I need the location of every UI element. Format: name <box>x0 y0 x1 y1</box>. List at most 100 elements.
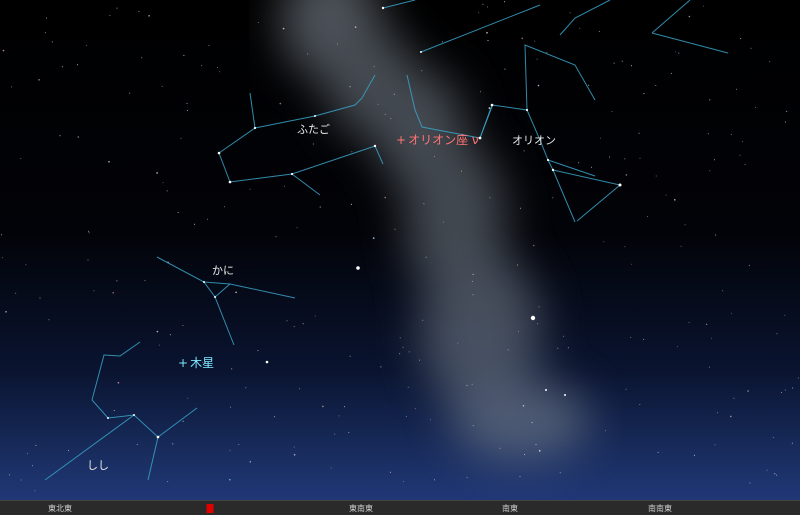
background-star <box>714 444 716 446</box>
background-star <box>1 257 3 259</box>
background-star <box>684 224 686 226</box>
background-star <box>730 312 732 314</box>
bright-stars <box>107 6 622 439</box>
background-star <box>314 315 316 317</box>
background-star <box>112 292 114 294</box>
background-star <box>518 331 519 332</box>
background-star <box>162 182 164 184</box>
sky-view[interactable]: ふたご オリオン かに しし + オリオン座 ν + 木星 東北東 東 東南東 南東… <box>0 0 800 515</box>
object-label-orion-nu[interactable]: + オリオン座 ν <box>396 134 479 146</box>
background-star <box>791 442 793 444</box>
background-star <box>786 110 788 112</box>
background-star <box>780 391 782 393</box>
background-star <box>657 451 659 453</box>
compass-ene: 東北東 <box>48 504 72 513</box>
background-star <box>349 355 351 357</box>
background-star <box>177 212 179 214</box>
background-star <box>482 3 484 5</box>
background-star <box>741 141 743 143</box>
background-star <box>711 337 712 339</box>
background-star <box>531 422 533 424</box>
constellation-label-cancer: かに <box>212 264 234 277</box>
star-chart <box>1 0 799 492</box>
background-star <box>471 383 473 385</box>
background-star <box>472 425 474 427</box>
background-star <box>389 471 391 473</box>
background-star <box>20 479 22 481</box>
background-star <box>1 234 3 236</box>
background-star <box>372 237 375 239</box>
background-star <box>322 405 324 408</box>
background-star <box>739 154 741 156</box>
background-star <box>624 246 626 248</box>
background-star <box>709 99 711 101</box>
background-star <box>373 65 375 67</box>
background-star <box>249 188 251 190</box>
background-star <box>407 386 409 388</box>
background-star <box>479 91 481 93</box>
background-star <box>624 158 626 160</box>
background-star <box>330 467 332 469</box>
background-star <box>703 5 704 7</box>
background-star <box>312 143 314 145</box>
background-star <box>319 206 322 208</box>
background-star <box>257 350 259 352</box>
background-star <box>675 51 677 53</box>
background-star <box>471 280 473 282</box>
background-star <box>422 319 424 321</box>
background-star <box>275 236 277 238</box>
background-star <box>598 31 600 32</box>
constellation-label-orion: オリオン <box>512 134 556 147</box>
background-star <box>384 196 387 199</box>
background-star <box>609 156 611 158</box>
background-star <box>286 320 288 322</box>
background-star <box>399 353 401 355</box>
background-star <box>182 420 184 422</box>
background-star <box>442 221 444 223</box>
background-star <box>708 366 710 368</box>
background-star <box>380 366 382 368</box>
background-star <box>394 228 396 230</box>
background-star <box>113 410 115 412</box>
background-star <box>499 447 501 449</box>
background-star <box>639 157 641 159</box>
background-star <box>776 474 778 476</box>
background-star <box>117 381 120 384</box>
object-label-jupiter[interactable]: + 木星 <box>178 357 214 369</box>
background-star <box>434 479 435 481</box>
background-star <box>517 264 518 266</box>
background-star <box>639 404 641 405</box>
background-star <box>136 444 138 445</box>
background-star <box>180 137 182 139</box>
background-star <box>472 273 474 275</box>
background-star <box>299 388 301 390</box>
background-star <box>706 323 708 325</box>
background-star <box>797 377 799 379</box>
background-star <box>430 419 432 421</box>
background-star <box>655 175 657 177</box>
background-star <box>32 465 33 467</box>
background-star <box>709 170 711 172</box>
background-star <box>402 346 404 348</box>
background-star <box>670 72 672 74</box>
background-star <box>522 405 525 407</box>
background-star <box>774 473 776 475</box>
background-star <box>504 68 506 70</box>
background-star <box>336 43 338 45</box>
background-star <box>224 206 225 208</box>
background-star <box>507 349 509 351</box>
background-star <box>625 388 627 390</box>
background-star <box>579 27 581 29</box>
background-star <box>109 15 111 17</box>
background-star <box>643 338 645 340</box>
background-star <box>486 32 488 34</box>
background-star <box>730 415 732 418</box>
background-star <box>351 203 352 205</box>
background-star <box>680 245 682 247</box>
background-star <box>537 323 539 325</box>
background-star <box>158 344 160 346</box>
background-star <box>535 444 537 446</box>
background-star <box>646 215 648 217</box>
background-star <box>478 12 480 14</box>
background-star <box>116 7 118 9</box>
